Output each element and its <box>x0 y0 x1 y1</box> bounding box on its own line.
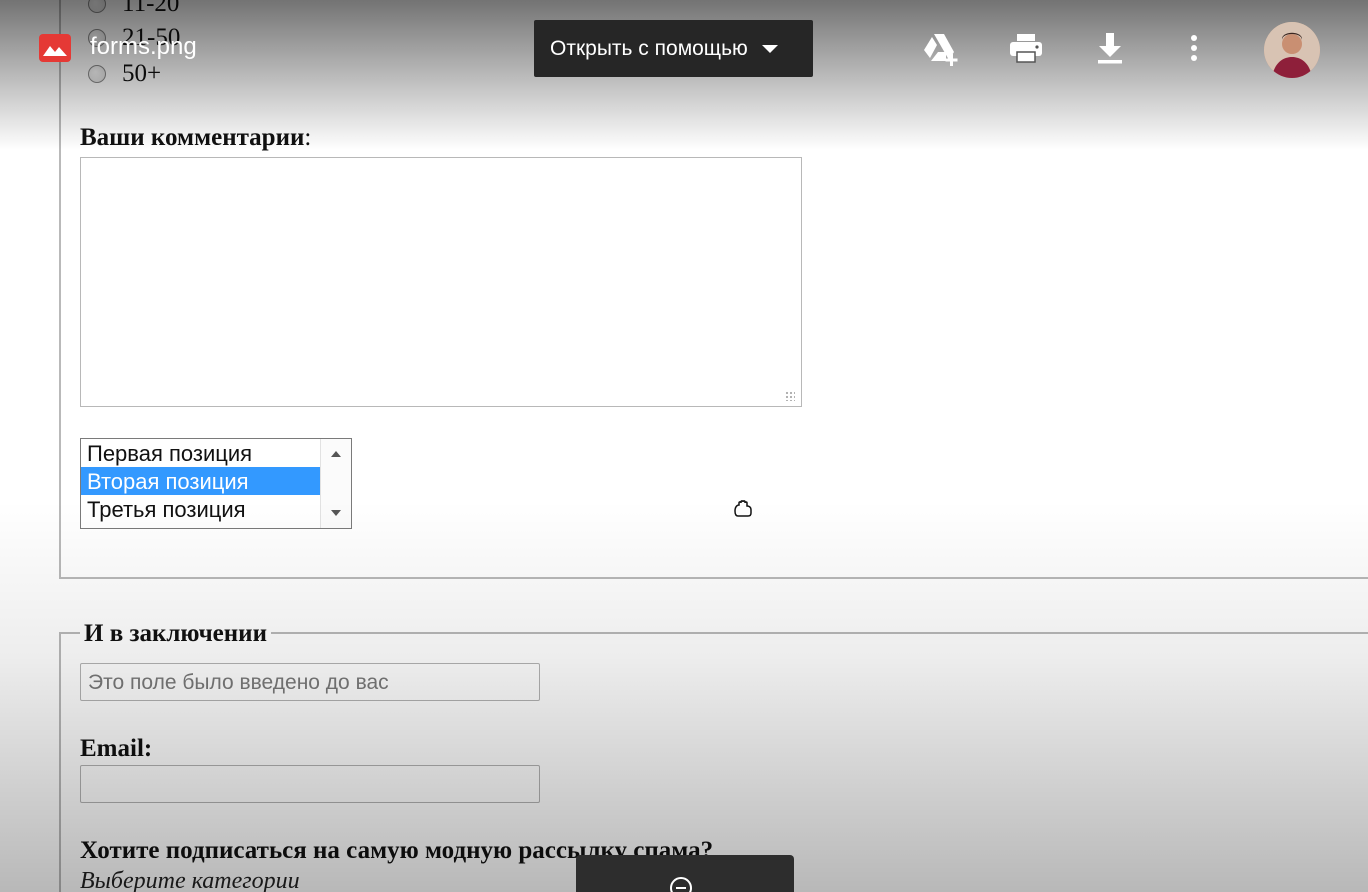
avatar[interactable] <box>1264 22 1320 78</box>
hand-cursor-icon <box>734 500 752 517</box>
fieldset-legend: И в заключении <box>80 620 271 648</box>
image-viewer: 11-20 21-50 50+ Ваши комментарии: Первая… <box>0 0 1368 892</box>
scroll-up-icon[interactable] <box>331 451 341 457</box>
comments-textarea[interactable] <box>80 157 802 407</box>
resize-grip-icon[interactable] <box>785 391 795 401</box>
listbox-option-selected[interactable]: Вторая позиция <box>81 467 320 495</box>
listbox-scrollbar[interactable] <box>320 439 351 528</box>
print-icon[interactable] <box>1006 28 1046 68</box>
file-name: forms.png <box>90 33 197 60</box>
prefilled-input[interactable]: Это поле было введено до вас <box>80 663 540 701</box>
subscribe-hint: Выберите категории <box>80 868 300 892</box>
listbox-option[interactable]: Первая позиция <box>81 439 320 467</box>
more-vert-icon[interactable] <box>1174 28 1214 68</box>
listbox-option[interactable]: Третья позиция <box>81 495 320 523</box>
scroll-down-icon[interactable] <box>331 510 341 516</box>
email-field[interactable] <box>80 765 540 803</box>
zoom-controls[interactable] <box>576 855 794 892</box>
add-to-drive-icon[interactable] <box>920 28 960 68</box>
comments-label: Ваши комментарии: <box>80 124 311 152</box>
email-label: Email: <box>80 735 153 762</box>
zoom-out-icon[interactable] <box>668 875 694 892</box>
position-listbox[interactable]: Первая позиция Вторая позиция Третья поз… <box>80 438 352 529</box>
comments-label-colon: : <box>304 124 312 151</box>
open-with-button[interactable]: Открыть с помощью <box>534 20 813 77</box>
comments-label-text: Ваши комментарии <box>80 124 305 151</box>
image-file-icon <box>39 34 71 62</box>
download-icon[interactable] <box>1090 28 1130 68</box>
open-with-label: Открыть с помощью <box>550 36 748 60</box>
dropdown-caret-icon <box>761 44 778 53</box>
viewer-toolbar: forms.png Открыть с помощью <box>0 0 1368 100</box>
